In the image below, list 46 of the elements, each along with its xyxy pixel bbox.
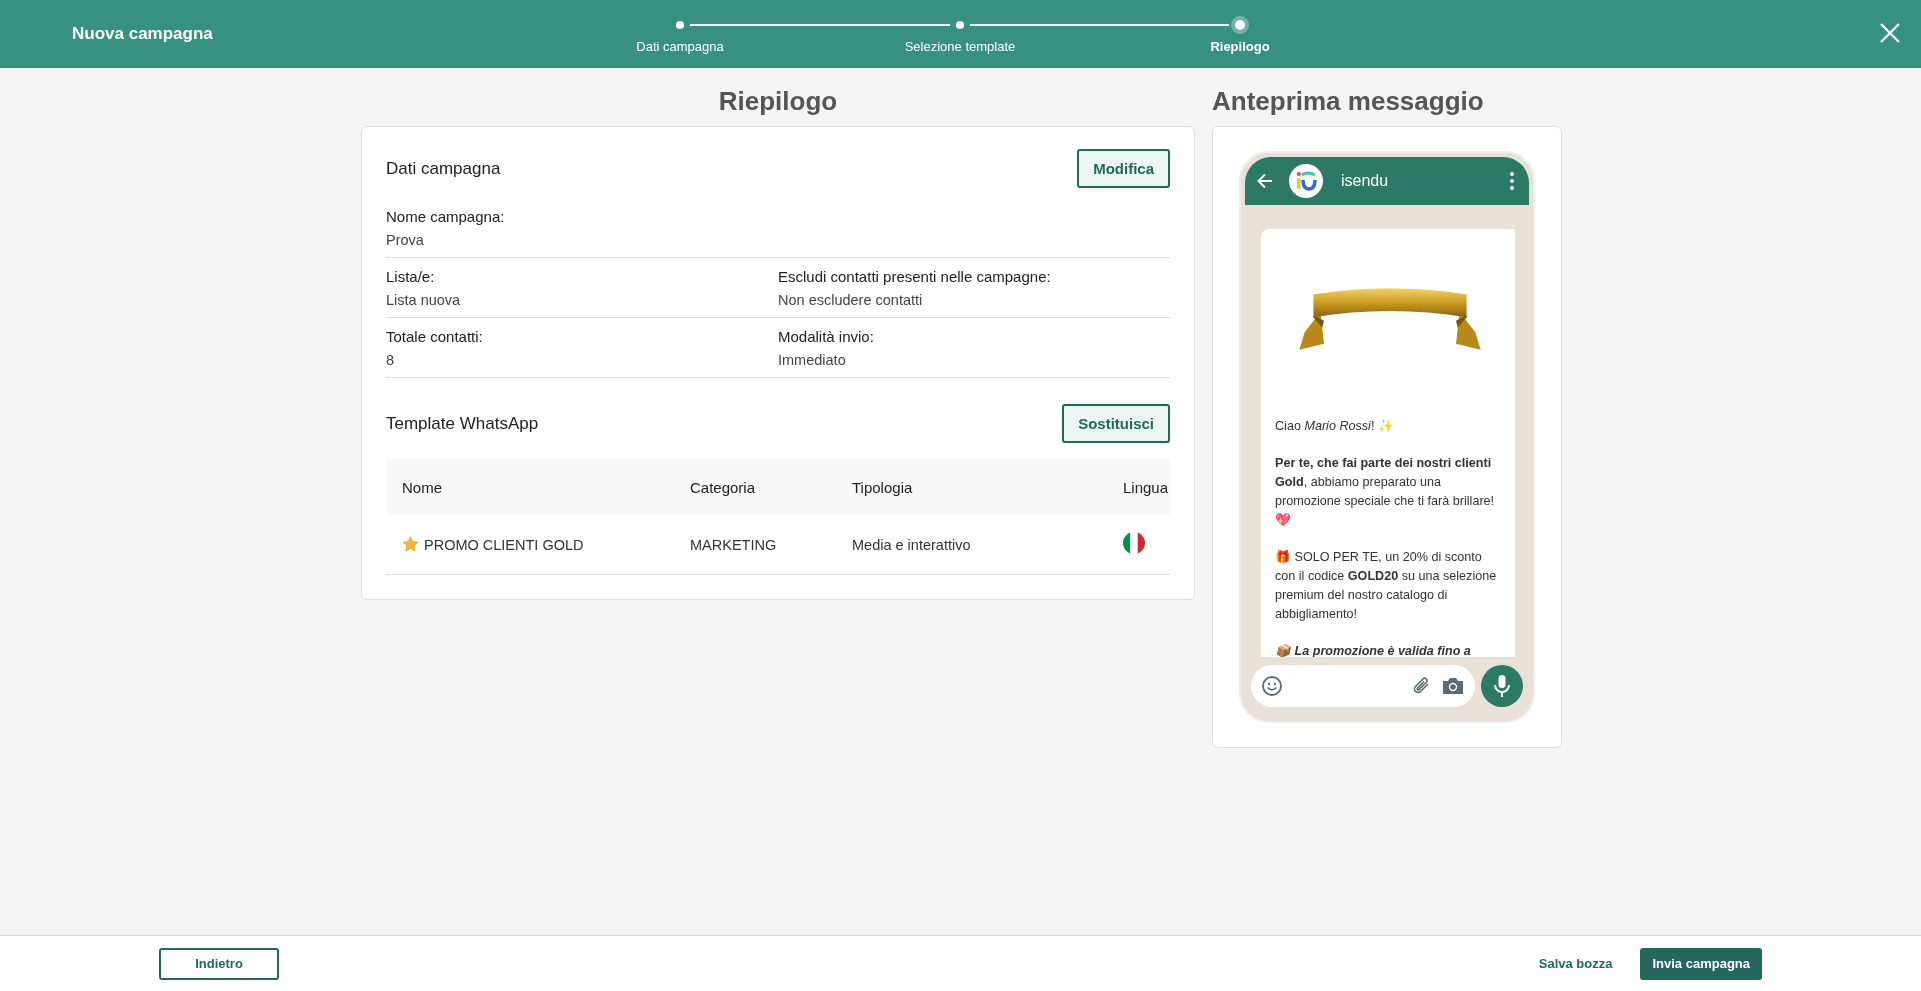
field-label: Nome campagna:	[386, 208, 506, 225]
star-icon	[402, 536, 419, 553]
save-draft-button[interactable]: Salva bozza	[1532, 947, 1619, 980]
contact-name: isendu	[1341, 172, 1390, 190]
avatar-logo-icon	[1289, 164, 1323, 198]
field-value: Non escludere contatti	[778, 292, 924, 308]
section-title: Template WhatsApp	[386, 413, 539, 434]
field-value: Lista nuova	[386, 292, 462, 308]
section-title: Dati campagna	[386, 158, 501, 179]
column-header: Categoria	[690, 478, 757, 496]
column-header: Tipologia	[852, 478, 914, 496]
field-value: Immediato	[778, 352, 847, 368]
close-icon[interactable]	[1879, 22, 1901, 44]
back-arrow-icon[interactable]	[1255, 171, 1275, 191]
page-title: Nuova campagna	[72, 24, 214, 44]
section-heading: Anteprima messaggio	[1212, 86, 1485, 116]
message-input[interactable]	[1251, 665, 1475, 707]
field-label: Totale contatti:	[386, 328, 484, 345]
field-value: 8	[386, 352, 396, 368]
camera-icon[interactable]	[1441, 675, 1465, 697]
back-button[interactable]: Indietro	[159, 947, 279, 980]
table-cell-text: Media e interattivo	[852, 536, 972, 553]
message-text: Per te, che fai parte dei nostri clienti Gold, abbiamo preparato una promozione speciale che ti farà brillare! 💖	[1275, 455, 1496, 529]
column-header: Lingua	[1123, 478, 1170, 496]
section-heading: Riepilogo	[717, 86, 839, 116]
more-options-icon[interactable]	[1509, 171, 1515, 191]
column-header: Nome	[402, 478, 443, 496]
field-label: Escludi contatti presenti nelle campagne:	[778, 268, 1052, 285]
step-label: Selezione template	[904, 38, 1016, 54]
step-label: Dati campagna	[636, 38, 724, 54]
field-label: Modalità invio:	[778, 328, 875, 345]
microphone-icon	[1493, 674, 1511, 698]
table-cell: PROMO CLIENTI GOLD	[424, 536, 584, 553]
field-label: Lista/e:	[386, 268, 436, 285]
message-text: Ciao Mario Rossi! ✨	[1275, 418, 1395, 435]
field-value: Prova	[386, 232, 425, 248]
message-text: 📦 La promozione è valida fino a	[1275, 643, 1472, 657]
table-cell-text: MARKETING	[690, 536, 778, 553]
message-text: 🎁 SOLO PER TE, un 20% di sconto con il codice GOLD20 su una selezione premium del nostro catalogo di abbigliamento!	[1275, 549, 1498, 623]
send-campaign-button[interactable]: Invia campagna	[1640, 947, 1762, 980]
microphone-button[interactable]	[1481, 665, 1523, 707]
step-label: Riepilogo	[1210, 38, 1270, 54]
replace-button[interactable]: Sostituisci	[1062, 404, 1170, 443]
flag-icon	[1123, 532, 1145, 554]
emoji-icon[interactable]	[1261, 675, 1283, 697]
edit-button[interactable]: Modifica	[1077, 149, 1170, 188]
